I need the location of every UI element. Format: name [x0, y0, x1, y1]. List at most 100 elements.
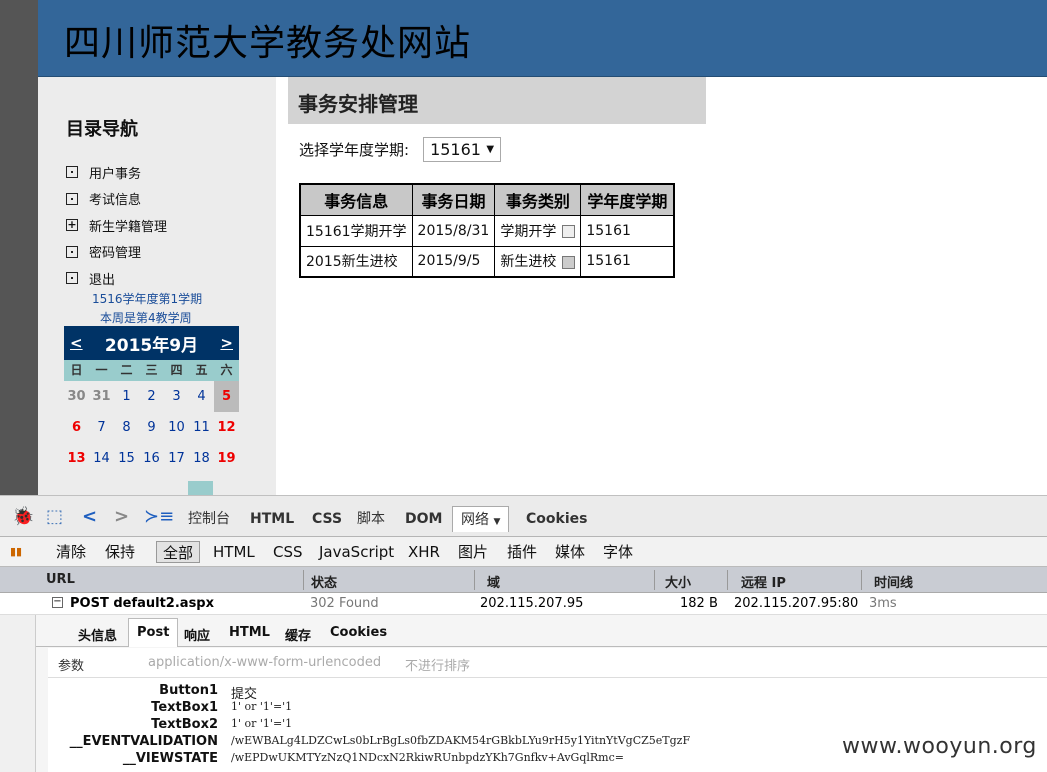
- tab-response[interactable]: 响应: [184, 625, 210, 644]
- nav-title: 目录导航: [66, 119, 138, 140]
- calendar-day[interactable]: 10: [164, 412, 189, 443]
- tab-headers[interactable]: 头信息: [78, 625, 117, 644]
- column-status[interactable]: 状态: [311, 572, 337, 591]
- filter-css-button[interactable]: CSS: [273, 541, 303, 563]
- dot-box-icon: [66, 192, 78, 205]
- param-row: TextBox2 1' or '1'='1: [48, 717, 1047, 734]
- filter-images-button[interactable]: 图片: [458, 541, 488, 563]
- calendar-day[interactable]: 14: [89, 443, 114, 474]
- tab-console[interactable]: 控制台: [188, 506, 230, 532]
- tab-script[interactable]: 脚本: [357, 506, 385, 532]
- filter-html-button[interactable]: HTML: [213, 541, 255, 563]
- calendar-day[interactable]: 3: [164, 381, 189, 412]
- calendar-day[interactable]: 31: [89, 381, 114, 412]
- calendar-day[interactable]: 16: [139, 443, 164, 474]
- column-url[interactable]: URL: [46, 572, 75, 587]
- tab-post[interactable]: Post: [128, 618, 179, 647]
- prev-month-link[interactable]: <: [70, 334, 83, 352]
- persist-button[interactable]: 保持: [105, 541, 135, 563]
- back-icon[interactable]: <: [82, 506, 97, 527]
- nav-item-logout[interactable]: 退出: [66, 265, 167, 292]
- filter-all-button[interactable]: 全部: [156, 541, 201, 563]
- weekday: 一: [95, 363, 108, 377]
- tab-cookies[interactable]: Cookies: [526, 506, 587, 532]
- param-value: 1' or '1'='1: [231, 717, 293, 730]
- calendar-day[interactable]: 7: [89, 412, 114, 443]
- calendar-day[interactable]: 11: [189, 412, 214, 443]
- request-status: 302 Found: [310, 596, 379, 611]
- left-dark-strip: [0, 0, 38, 495]
- column-size[interactable]: 大小: [665, 572, 691, 591]
- column-header: 事务信息: [299, 183, 413, 216]
- sort-toggle[interactable]: 不进行排序: [405, 655, 470, 674]
- calendar-day[interactable]: 6: [64, 412, 89, 443]
- plus-box-icon: +: [66, 218, 78, 232]
- calendar-day[interactable]: 8: [114, 412, 139, 443]
- firebug-icon[interactable]: 🐞: [12, 506, 34, 527]
- xhr-pause-icon[interactable]: ▮▮: [10, 541, 22, 563]
- filter-plugins-button[interactable]: 插件: [507, 541, 537, 563]
- tab-detail-cookies[interactable]: Cookies: [330, 625, 387, 640]
- calendar-day[interactable]: 18: [189, 443, 214, 474]
- calendar-day[interactable]: 4: [189, 381, 214, 412]
- nav-item-label: 考试信息: [89, 193, 142, 209]
- weekday: 三: [145, 363, 158, 377]
- table-cell: 15161: [580, 245, 675, 278]
- chevron-down-icon: ▼: [486, 144, 495, 155]
- tab-dom[interactable]: DOM: [405, 506, 442, 532]
- column-remote-ip[interactable]: 远程 IP: [741, 572, 786, 591]
- column-domain[interactable]: 域: [487, 572, 500, 591]
- calendar-day[interactable]: 15: [114, 443, 139, 474]
- calendar-day[interactable]: 9: [139, 412, 164, 443]
- tab-detail-html[interactable]: HTML: [229, 625, 270, 640]
- tab-html[interactable]: HTML: [250, 506, 294, 532]
- filter-xhr-button[interactable]: XHR: [408, 541, 440, 563]
- column-timeline[interactable]: 时间线: [874, 572, 913, 591]
- calendar-header: < 2015年9月 >: [64, 326, 239, 360]
- tab-network[interactable]: 网络 ▼: [452, 506, 510, 532]
- dot-box-icon: [66, 245, 78, 258]
- request-row[interactable]: − POST default2.aspx 302 Found 202.115.2…: [0, 593, 1047, 615]
- weekday: 六: [220, 363, 233, 377]
- checkbox-icon[interactable]: [562, 225, 576, 238]
- checkbox-icon[interactable]: [562, 255, 576, 269]
- param-value: /wEPDwUKMTYzNzQ1NDcxN2RkiwRUnbpdzYKh7Gnf…: [231, 751, 624, 764]
- semester-select[interactable]: 15161 ▼: [423, 137, 502, 162]
- nav-item-freshman-status[interactable]: + 新生学籍管理: [66, 212, 167, 239]
- param-value: /wEWBALg4LDZCwLs0bLrBgLs0fbZDAKM54rGBkbL…: [231, 734, 691, 747]
- filter-media-button[interactable]: 媒体: [555, 541, 585, 563]
- nav-item-label: 用户事务: [89, 166, 142, 182]
- nav-item-user-affairs[interactable]: 用户事务: [66, 159, 167, 186]
- tab-cache[interactable]: 缓存: [285, 625, 311, 644]
- inspect-icon[interactable]: ⬚: [46, 506, 63, 527]
- filter-js-button[interactable]: JavaScript: [319, 541, 394, 563]
- semester-line: 1516学年度第1学期: [92, 292, 203, 306]
- devtools-main-toolbar: 🐞 ⬚ < > ≻≡ 控制台 HTML CSS 脚本 DOM 网络 ▼ Cook…: [0, 495, 1047, 537]
- calendar-today-cell: [188, 481, 213, 495]
- collapse-icon[interactable]: −: [52, 597, 63, 608]
- forward-icon[interactable]: >: [114, 506, 129, 527]
- tab-css[interactable]: CSS: [312, 506, 342, 532]
- command-line-icon[interactable]: ≻≡: [144, 506, 174, 527]
- table-cell-category: 新生进校: [494, 245, 582, 278]
- clear-button[interactable]: 清除: [56, 541, 86, 563]
- calendar-day[interactable]: 12: [214, 412, 239, 443]
- nav-item-password[interactable]: 密码管理: [66, 239, 167, 266]
- calendar-day[interactable]: 2: [139, 381, 164, 412]
- filter-fonts-button[interactable]: 字体: [603, 541, 633, 563]
- calendar-day[interactable]: 13: [64, 443, 89, 474]
- calendar-week: 13 14 15 16 17 18 19: [64, 443, 239, 474]
- calendar-day[interactable]: 30: [64, 381, 89, 412]
- calendar-week: 30 31 1 2 3 4 5: [64, 381, 239, 412]
- table-cell: 2015/9/5: [411, 245, 496, 278]
- calendar-day[interactable]: 19: [214, 443, 239, 474]
- calendar-day[interactable]: 17: [164, 443, 189, 474]
- param-row: Button1 提交: [48, 683, 1047, 702]
- calendar-day[interactable]: 1: [114, 381, 139, 412]
- nav-item-exam-info[interactable]: 考试信息: [66, 186, 167, 213]
- calendar-day-selected[interactable]: 5: [214, 381, 239, 412]
- param-key: TextBox1: [151, 700, 218, 715]
- param-value: 1' or '1'='1: [231, 700, 293, 713]
- request-url: POST default2.aspx: [70, 596, 214, 611]
- next-month-link[interactable]: >: [220, 334, 233, 352]
